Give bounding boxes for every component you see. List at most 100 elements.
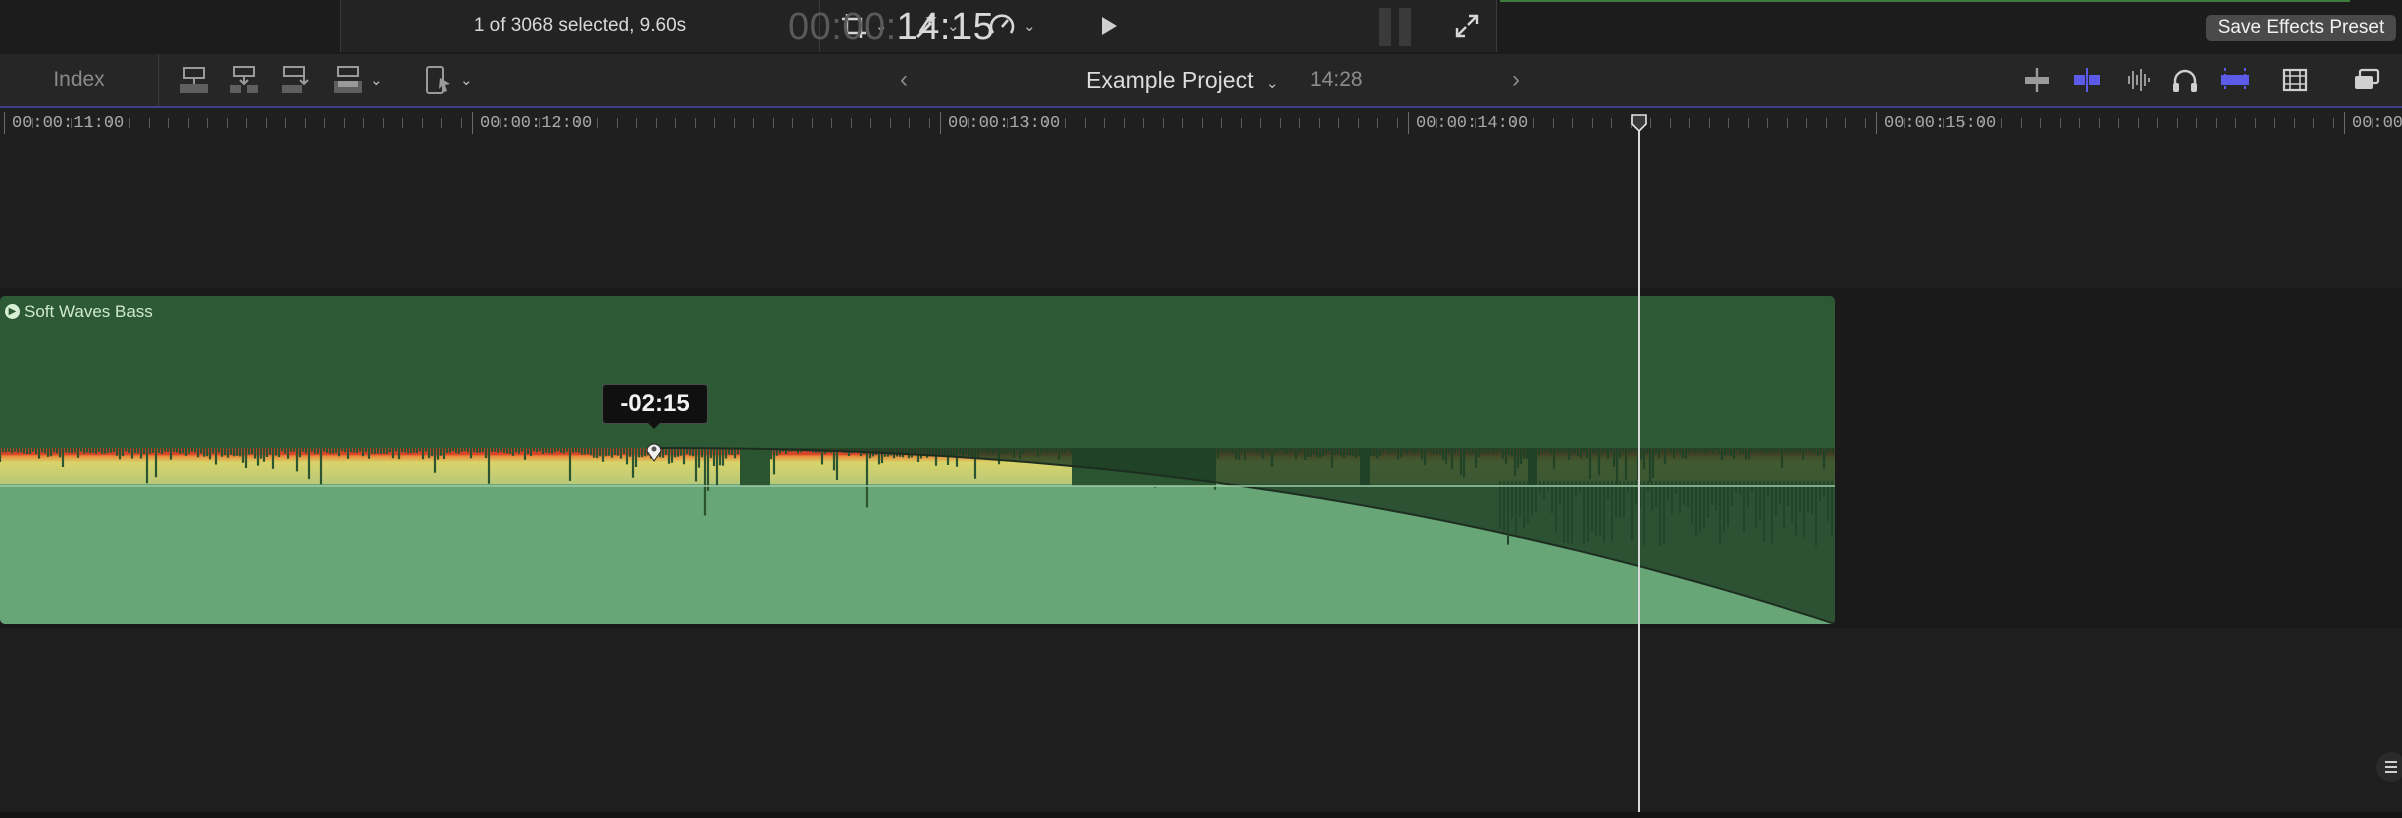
waveform-icon <box>2128 69 2150 91</box>
playhead-handle[interactable] <box>1630 114 1648 132</box>
ruler-tick <box>324 118 325 128</box>
insert-clip-button[interactable] <box>228 64 260 96</box>
ruler-tick <box>617 118 618 128</box>
ruler-tick <box>266 118 267 128</box>
play-icon <box>1102 17 1117 35</box>
timecode-display[interactable]: 00:00: 14:15 <box>788 4 994 50</box>
ruler-tick <box>675 118 676 128</box>
ruler-tick <box>2118 118 2119 128</box>
timeline-settings-button[interactable] <box>2376 752 2402 782</box>
snapping-button[interactable] <box>2070 64 2104 96</box>
audio-skimming-button[interactable] <box>2120 64 2154 96</box>
clip-connections-button[interactable] <box>2218 64 2252 96</box>
solo-button[interactable] <box>2168 64 2202 96</box>
snapping-icon <box>2074 68 2100 92</box>
ruler-tick <box>753 118 754 128</box>
audio-clip[interactable]: ▶ Soft Waves Bass <box>0 296 1835 624</box>
save-effects-preset-button[interactable]: Save Effects Preset <box>2206 15 2396 41</box>
overwrite-clip-menu[interactable]: ⌄ <box>332 64 383 96</box>
bottom-edge <box>0 812 2402 818</box>
ruler-tick <box>2099 118 2100 128</box>
ruler-tick <box>909 118 910 128</box>
ruler-tick <box>188 118 189 128</box>
project-name: Example Project <box>1086 67 1254 93</box>
ruler-tick <box>2138 118 2139 128</box>
ruler-tick <box>2196 118 2197 128</box>
ruler-tick <box>1085 118 1086 128</box>
ruler-tick <box>2001 118 2002 128</box>
ruler-tick <box>422 118 423 128</box>
ruler-tick <box>1377 118 1378 128</box>
retime-menu[interactable]: ⌄ <box>987 10 1036 42</box>
ruler-tick <box>168 118 169 128</box>
timecode-seconds-frames: 14:15 <box>896 5 995 48</box>
ruler-tick <box>1826 118 1827 128</box>
ruler-tick <box>890 118 891 128</box>
ruler-tick <box>1728 118 1729 128</box>
ruler-tick <box>1806 118 1807 128</box>
ruler-tick <box>2255 118 2256 128</box>
clip-appearance-button[interactable] <box>2278 64 2312 96</box>
ruler-tick <box>1592 118 1593 128</box>
connections-icon <box>2221 68 2249 92</box>
ruler-tick <box>1572 118 1573 128</box>
ruler-tick <box>1221 118 1222 128</box>
ruler-label: 00:00:12:00 <box>480 114 593 133</box>
next-project-button[interactable]: › <box>1512 60 1520 100</box>
overwrite-icon <box>334 66 362 93</box>
ruler-tick <box>792 118 793 128</box>
ruler-tick <box>1143 118 1144 128</box>
ruler-tick <box>773 118 774 128</box>
ruler-tick <box>285 118 286 128</box>
fade-duration-tooltip: -02:15 <box>602 384 708 424</box>
ruler-tick <box>734 118 735 128</box>
ruler-tick <box>461 118 462 128</box>
timeline-index-toggle[interactable] <box>2350 64 2384 96</box>
ruler-tick <box>2274 118 2275 128</box>
timeline-ruler[interactable]: 00:00:11:00 00:00:12:00 00:00:13:00 00:0… <box>0 108 2402 140</box>
ruler-tick <box>597 118 598 128</box>
ruler-tick <box>1650 118 1651 128</box>
play-button[interactable] <box>1099 10 1119 42</box>
ruler-tick <box>656 118 657 128</box>
ruler-tick <box>1338 118 1339 128</box>
fullscreen-button[interactable] <box>1453 10 1481 42</box>
ruler-tick <box>2313 118 2314 128</box>
playhead[interactable] <box>1638 116 1640 812</box>
ruler-tick <box>1787 118 1788 128</box>
ruler-tick <box>1163 118 1164 128</box>
connect-clip-button[interactable] <box>178 64 210 96</box>
previous-project-button[interactable]: ‹ <box>900 60 908 100</box>
append-clip-button[interactable] <box>280 64 312 96</box>
index-button[interactable]: Index <box>0 54 159 106</box>
project-name-menu[interactable]: Example Project ⌄ <box>1086 60 1278 104</box>
ruler-label: 00:00:13:00 <box>948 114 1061 133</box>
ruler-tick <box>1182 118 1183 128</box>
ruler-tick <box>851 118 852 128</box>
windows-icon <box>2355 68 2380 89</box>
chevron-down-icon: ⌄ <box>460 72 473 89</box>
ruler-tick <box>305 118 306 128</box>
ruler-tick <box>636 118 637 128</box>
ruler-tick <box>1260 118 1261 128</box>
ruler-tick <box>1299 118 1300 128</box>
ruler-tick <box>1408 112 1409 134</box>
chevron-down-icon: ⌄ <box>1023 18 1036 35</box>
ruler-tick <box>2344 112 2345 134</box>
ruler-tick <box>1876 112 1877 134</box>
ruler-tick <box>472 112 473 134</box>
ruler-tick <box>1124 118 1125 128</box>
selection-info: 1 of 3068 selected, 9.60s <box>473 15 687 36</box>
clip-name: Soft Waves Bass <box>24 302 153 321</box>
ruler-tick <box>1104 118 1105 128</box>
select-tool-menu[interactable]: ⌄ <box>422 64 473 96</box>
ruler-tick <box>363 118 364 128</box>
insert-icon <box>230 66 258 93</box>
skimming-button[interactable] <box>2020 64 2054 96</box>
fade-handle[interactable] <box>645 442 663 462</box>
ruler-tick <box>441 118 442 128</box>
ruler-tick <box>1689 118 1690 128</box>
ruler-tick <box>2216 118 2217 128</box>
ruler-tick <box>207 118 208 128</box>
select-tool-icon <box>426 66 450 94</box>
